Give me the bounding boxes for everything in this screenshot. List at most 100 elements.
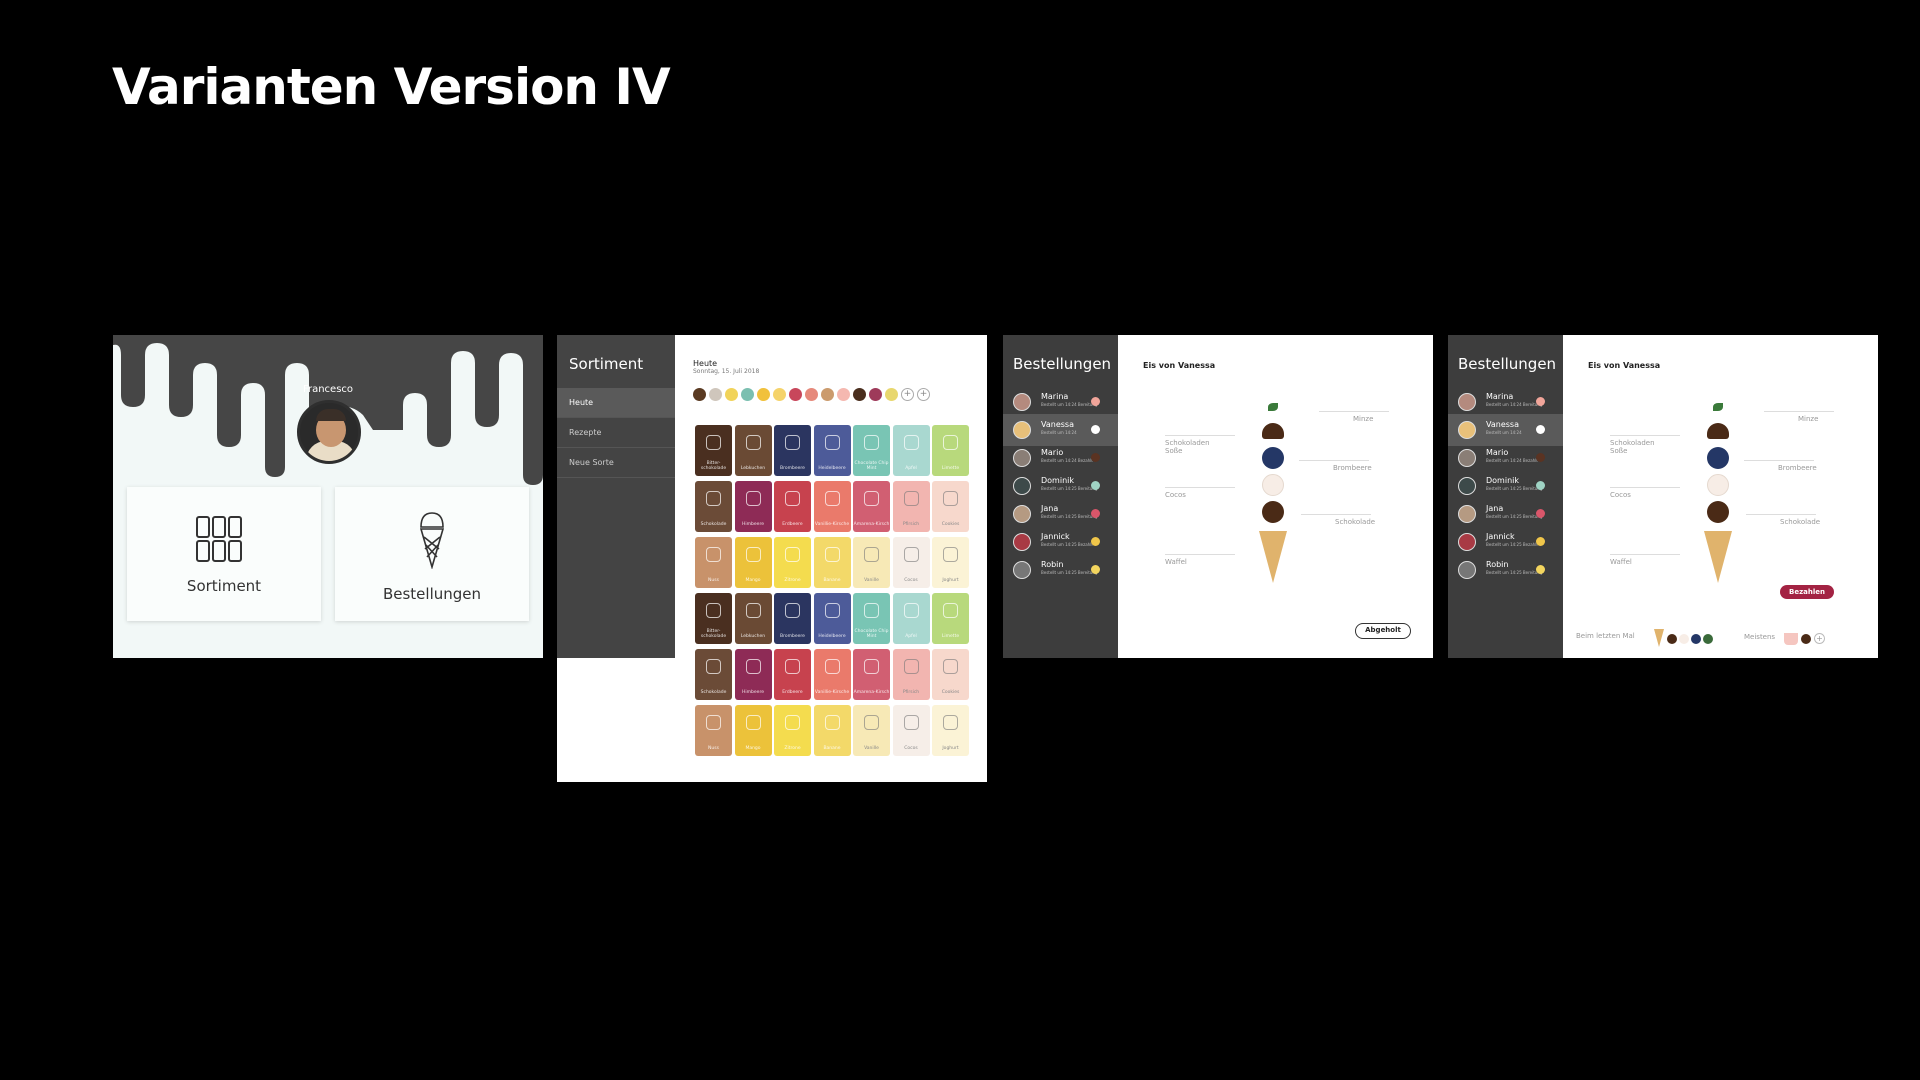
flavor-tile[interactable]: Joghurt <box>932 705 969 756</box>
flavor-tile[interactable]: Lebkuchen <box>734 425 772 476</box>
sidebar-title: Bestellungen <box>1458 355 1557 373</box>
flavor-tile[interactable]: Nuss <box>695 537 732 588</box>
avatar <box>1458 533 1476 551</box>
pay-button[interactable]: Bezahlen <box>1780 585 1834 599</box>
flavor-tile[interactable]: Brombeere <box>774 425 811 476</box>
order-name: Jannick <box>1041 532 1070 541</box>
label-divider <box>1610 435 1680 436</box>
chocolate-sauce-icon[interactable] <box>1262 423 1284 439</box>
flavor-tile[interactable]: Mango <box>734 537 772 588</box>
flavor-tile[interactable]: Zitrone <box>774 705 811 756</box>
flavor-tile[interactable]: Banane <box>813 705 851 756</box>
flavor-tile[interactable]: Joghurt <box>932 537 969 588</box>
flavor-tile[interactable]: Himbeere <box>734 649 772 700</box>
flavor-tile[interactable]: Limette <box>932 593 969 644</box>
flavor-dot[interactable] <box>853 388 866 401</box>
flavor-tile[interactable]: Vanille <box>853 537 890 588</box>
order-flavor-icon <box>1091 425 1100 434</box>
waffle-cone-icon[interactable] <box>1259 531 1287 583</box>
sidebar-item-neue-sorte[interactable]: Neue Sorte <box>557 448 675 478</box>
flavor-tile[interactable]: Cocos <box>892 537 930 588</box>
scoop-icon[interactable] <box>1707 501 1729 523</box>
flavor-tile[interactable]: Vanillie-Kirsche <box>813 481 851 532</box>
flavor-dot[interactable] <box>805 388 818 401</box>
flavor-label: Himbeere <box>742 690 764 695</box>
flavor-tile[interactable]: Mango <box>734 705 772 756</box>
flavor-tile[interactable]: Limette <box>932 425 969 476</box>
flavor-tile[interactable]: Nuss <box>695 705 732 756</box>
flavor-dot[interactable] <box>709 388 722 401</box>
waffle-cone-icon[interactable] <box>1704 531 1732 583</box>
flavor-dot[interactable] <box>757 388 770 401</box>
scoop-icon[interactable] <box>1707 447 1729 469</box>
order-flavor-icon <box>1091 481 1100 490</box>
flavor-tile[interactable]: Heidelbeere <box>813 425 851 476</box>
chocolate-sauce-icon[interactable] <box>1707 423 1729 439</box>
add-flavor-icon[interactable]: + <box>917 388 930 401</box>
flavor-dot[interactable] <box>725 388 738 401</box>
flavor-tile[interactable]: Erdbeere <box>774 481 811 532</box>
label-divider <box>1165 435 1235 436</box>
flavor-tile[interactable]: Chocolate Chip Mint <box>853 425 890 476</box>
flavor-tile[interactable]: Schokolade <box>695 481 732 532</box>
flavor-dot[interactable] <box>869 388 882 401</box>
order-row[interactable]: Robin Bestellt um 14:25 Bereitung <box>1003 554 1118 586</box>
flavor-tile[interactable]: Heidelbeere <box>813 593 851 644</box>
avatar[interactable] <box>297 400 361 464</box>
order-name: Robin <box>1486 560 1509 569</box>
flavor-tile[interactable]: Cookies <box>932 649 969 700</box>
sortiment-card[interactable]: Sortiment <box>127 487 321 621</box>
flavor-icon <box>745 659 761 674</box>
flavor-dot[interactable] <box>821 388 834 401</box>
home-screen: Francesco Sortiment Bestellungen <box>113 335 543 658</box>
flavor-dot[interactable] <box>693 388 706 401</box>
flavor-dot[interactable] <box>789 388 802 401</box>
flavor-tile[interactable]: Lebkuchen <box>734 593 772 644</box>
flavor-tile[interactable]: Pfirsich <box>892 481 930 532</box>
sortiment-card-label: Sortiment <box>186 577 262 595</box>
flavor-label: Amarena-Kirsch <box>853 690 890 695</box>
avatar <box>1013 421 1031 439</box>
mint-leaf-icon[interactable] <box>1713 403 1723 411</box>
flavor-tile[interactable]: Chocolate Chip Mint <box>853 593 890 644</box>
add-flavor-icon[interactable]: + <box>901 388 914 401</box>
flavor-tile[interactable]: Zitrone <box>774 537 811 588</box>
flavor-tile[interactable]: Schokolade <box>695 649 732 700</box>
flavor-tile[interactable]: Bitter-schokolade <box>695 425 732 476</box>
flavor-tile[interactable]: Brombeere <box>774 593 811 644</box>
flavor-label: Amarena-Kirsch <box>853 522 890 527</box>
flavor-tile[interactable]: Amarena-Kirsch <box>853 649 890 700</box>
sidebar-item-rezepte[interactable]: Rezepte <box>557 418 675 448</box>
scoop-icon[interactable] <box>1262 447 1284 469</box>
flavor-tile[interactable]: Amarena-Kirsch <box>853 481 890 532</box>
scoop-icon[interactable] <box>1707 474 1729 496</box>
picked-up-button[interactable]: Abgeholt <box>1355 623 1411 639</box>
flavor-dot[interactable] <box>885 388 898 401</box>
flavor-label: Banane <box>823 578 841 583</box>
flavor-tile[interactable]: Vanille <box>853 705 890 756</box>
flavor-dot[interactable] <box>837 388 850 401</box>
sidebar-item-heute[interactable]: Heute <box>557 388 675 418</box>
flavor-tile[interactable]: Cocos <box>892 705 930 756</box>
flavor-tile[interactable]: Cookies <box>932 481 969 532</box>
scoop-icon[interactable] <box>1262 474 1284 496</box>
add-icon[interactable]: + <box>1814 633 1825 644</box>
mint-leaf-icon[interactable] <box>1268 403 1278 411</box>
flavor-tile[interactable]: Pfirsich <box>892 649 930 700</box>
flavor-tile[interactable]: Apfel <box>892 425 930 476</box>
flavor-label: Vanille <box>864 746 879 751</box>
sortiment-screen: Sortiment Heute Rezepte Neue Sorte Heute… <box>557 335 987 782</box>
bestellungen-card[interactable]: Bestellungen <box>335 487 529 621</box>
scoop-icon[interactable] <box>1262 501 1284 523</box>
flavor-label: Nuss <box>708 578 719 583</box>
flavor-icon <box>864 659 879 674</box>
flavor-tile[interactable]: Banane <box>813 537 851 588</box>
flavor-tile[interactable]: Bitter-schokolade <box>695 593 732 644</box>
flavor-dot[interactable] <box>741 388 754 401</box>
flavor-tile[interactable]: Vanillie-Kirsche <box>813 649 851 700</box>
flavor-tile[interactable]: Apfel <box>892 593 930 644</box>
order-row[interactable]: Robin Bestellt um 14:25 Bereitung <box>1448 554 1563 586</box>
flavor-tile[interactable]: Himbeere <box>734 481 772 532</box>
flavor-dot[interactable] <box>773 388 786 401</box>
flavor-tile[interactable]: Erdbeere <box>774 649 811 700</box>
